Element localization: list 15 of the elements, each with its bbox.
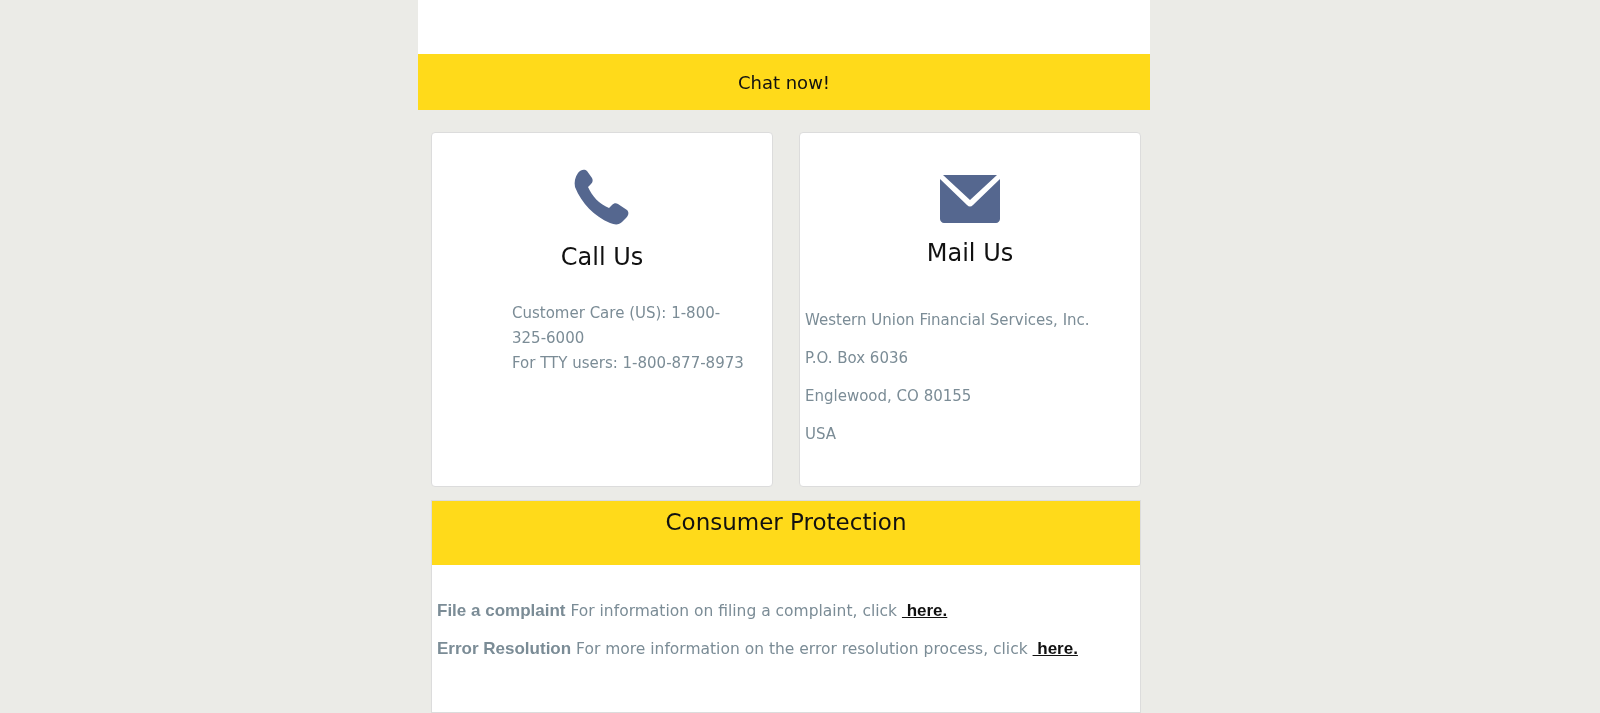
- chat-now-button[interactable]: Chat now!: [418, 54, 1150, 110]
- address-line: P.O. Box 6036: [805, 349, 910, 367]
- address-line: Englewood, CO 80155: [805, 387, 973, 405]
- envelope-icon: [940, 175, 1000, 223]
- phone-number-text: Customer Care (US): 1-800-325-6000: [512, 303, 722, 349]
- card-title: Mail Us: [926, 239, 1014, 267]
- info-paragraph: File a complaint For information on filing a complaint, click here.: [437, 601, 949, 621]
- section-title: Consumer Protection: [665, 509, 907, 535]
- address-line: USA: [805, 425, 838, 443]
- here-link[interactable]: here.: [901, 601, 948, 620]
- card-title: Call Us: [560, 243, 644, 271]
- address-line: Western Union Financial Services, Inc.: [805, 311, 1090, 329]
- info-paragraph: Error Resolution For more information on the error resolution process, click here.: [437, 639, 1079, 659]
- here-link[interactable]: here.: [1032, 639, 1078, 658]
- phone-number-text: For TTY users: 1-800-877-8973: [512, 353, 745, 374]
